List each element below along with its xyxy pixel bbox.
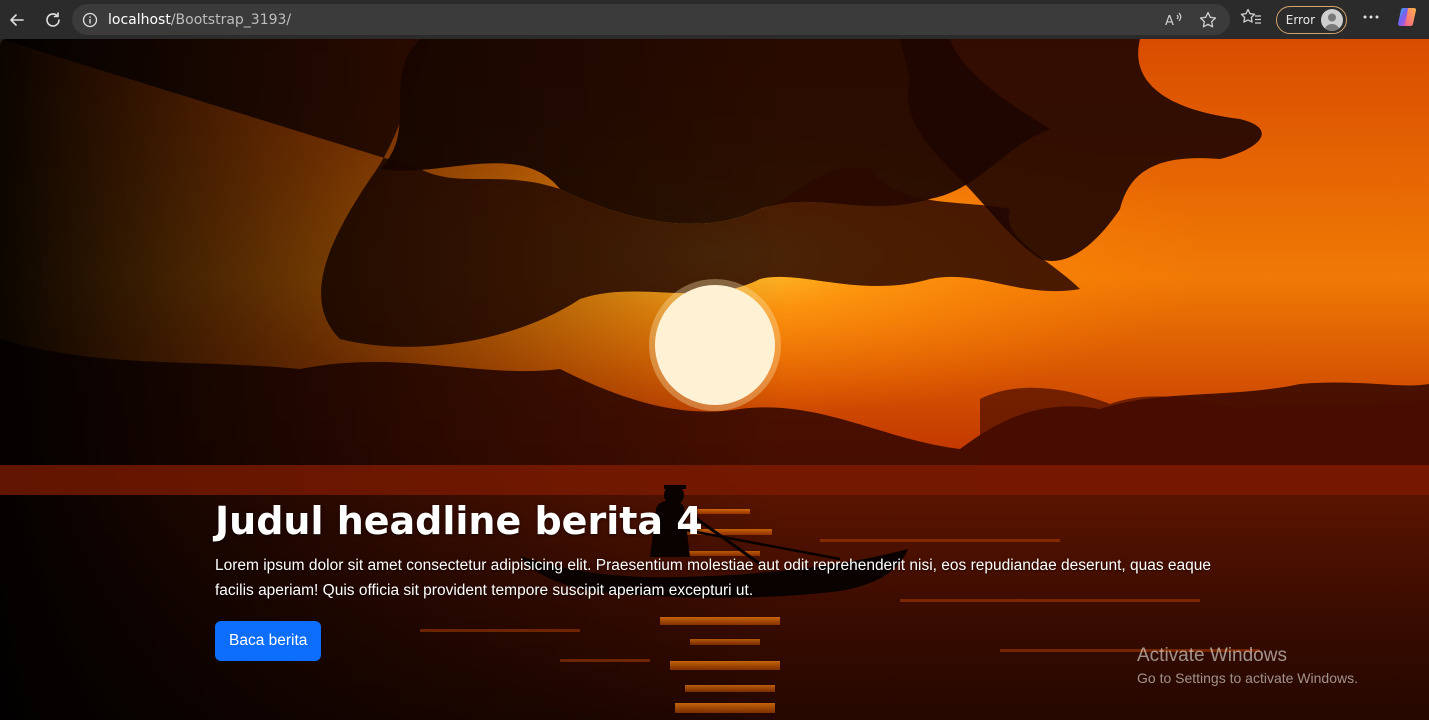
profile-status-label: Error [1285,12,1315,27]
watermark-title: Activate Windows [1137,645,1287,666]
watermark-subtitle: Go to Settings to activate Windows. [1137,670,1358,686]
back-arrow-icon[interactable] [4,7,30,33]
read-news-button[interactable]: Baca berita [215,621,322,661]
copilot-icon[interactable] [1395,5,1419,34]
carousel-caption: Judul headline berita 4 Lorem ipsum dolo… [215,497,1225,661]
svg-text:A: A [1165,14,1174,29]
activate-windows-watermark: Activate Windows Go to Settings to activ… [1137,644,1358,688]
profile-error-button[interactable]: Error [1275,5,1347,34]
avatar-icon [1321,8,1343,31]
favorites-icon[interactable] [1240,7,1262,32]
url-text: localhost/Bootstrap_3193/ [108,12,291,28]
star-icon[interactable] [1198,10,1218,35]
headline-summary: Lorem ipsum dolor sit amet consectetur a… [215,557,1212,599]
address-bar[interactable]: localhost/Bootstrap_3193/ A [72,4,1230,35]
reload-icon[interactable] [40,7,66,33]
headline: Judul headline berita 4 [215,499,703,543]
browser-toolbar: localhost/Bootstrap_3193/ A Error [0,0,1429,39]
read-aloud-icon[interactable]: A [1164,11,1184,34]
url-path: /Bootstrap_3193/ [170,11,292,28]
info-icon[interactable] [82,12,98,28]
carousel-slide: Judul headline berita 4 Lorem ipsum dolo… [0,39,1429,720]
more-icon[interactable] [1361,7,1381,32]
url-host: localhost [108,11,171,28]
